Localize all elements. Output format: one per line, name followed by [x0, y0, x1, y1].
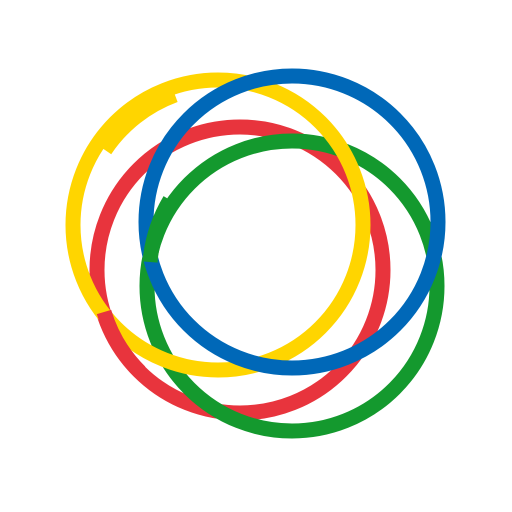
blue-ring: [138, 68, 446, 376]
interlocking-rings-logo: [65, 68, 446, 439]
logo-canvas: [0, 0, 512, 512]
green-ring: [139, 133, 445, 439]
